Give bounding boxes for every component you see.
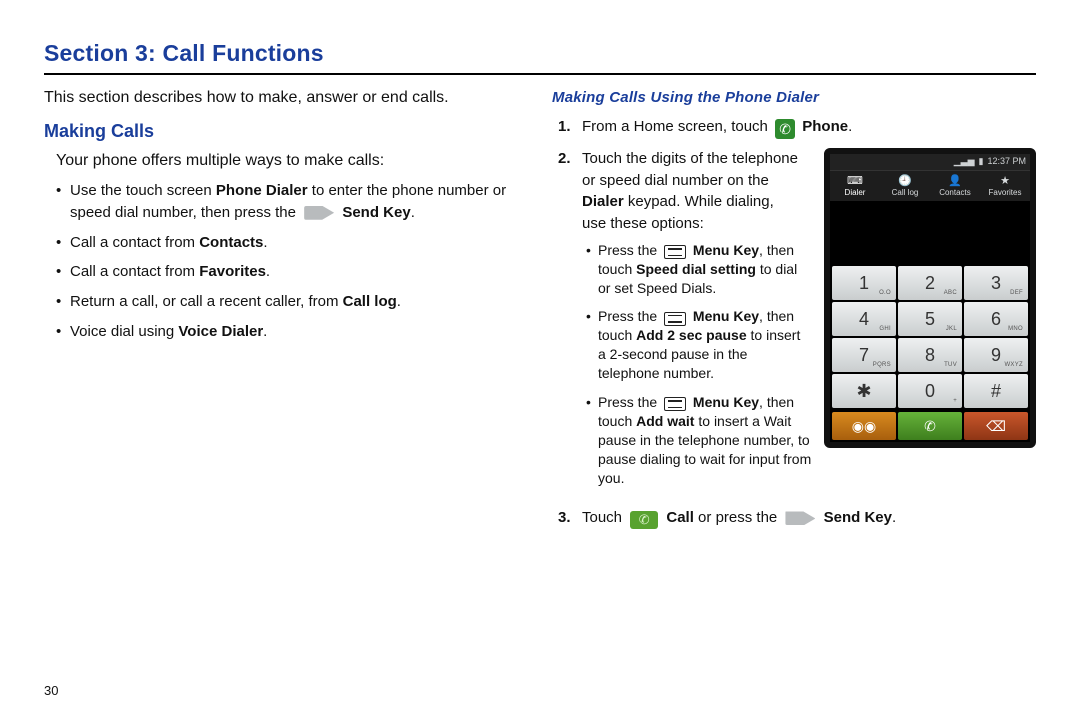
right-column: Making Calls Using the Phone Dialer From…	[552, 89, 1036, 539]
step-3: Touch Call or press the Send Key.	[582, 507, 1036, 529]
bullet-voice-dialer: Voice dial using Voice Dialer.	[70, 321, 528, 343]
status-time: 12:37 PM	[987, 155, 1026, 168]
battery-icon: ▮	[979, 155, 984, 168]
text-bold: Speed dial setting	[636, 261, 756, 277]
step-1: From a Home screen, touch Phone.	[582, 116, 1036, 138]
text: .	[266, 263, 270, 280]
making-calls-heading: Making Calls	[44, 121, 528, 142]
text: Press the	[598, 394, 661, 410]
menu-key-icon	[664, 397, 686, 411]
key-6[interactable]: 6MNO	[964, 302, 1028, 336]
send-key-icon	[785, 511, 815, 525]
call-icon	[630, 511, 658, 529]
text-bold: Dialer	[582, 193, 624, 210]
keypad: 1O.O 2ABC 3DEF 4GHI 5JKL 6MNO 7PQRS 8TUV…	[830, 264, 1030, 410]
text-bold: Phone Dialer	[216, 182, 308, 199]
bullet-favorites: Call a contact from Favorites.	[70, 261, 528, 283]
phone-dialer-heading: Making Calls Using the Phone Dialer	[552, 89, 1036, 106]
text: .	[263, 323, 267, 340]
menu-key-icon	[664, 245, 686, 259]
key-5[interactable]: 5JKL	[898, 302, 962, 336]
sub-add-wait: Press the Menu Key, then touch Add wait …	[598, 393, 1036, 487]
text-bold: Call log	[343, 293, 397, 310]
bullet-call-log: Return a call, or call a recent caller, …	[70, 291, 528, 313]
bullet-contacts: Call a contact from Contacts.	[70, 232, 528, 254]
section-rule	[44, 73, 1036, 75]
phone-icon	[775, 119, 795, 139]
text-bold: Voice Dialer	[178, 323, 263, 340]
text: .	[848, 118, 852, 135]
signal-icon: ▁▃▅	[954, 155, 975, 168]
tab-dialer[interactable]: ⌨Dialer	[830, 171, 880, 202]
text-bold: Send Key	[342, 204, 410, 221]
text-bold: Send Key	[824, 509, 892, 526]
send-key-icon	[304, 206, 334, 220]
tab-call-log[interactable]: 🕘Call log	[880, 171, 930, 202]
text: Return a call, or call a recent caller, …	[70, 293, 343, 310]
clock-icon: 🕘	[880, 175, 930, 187]
person-icon: 👤	[930, 175, 980, 187]
key-1[interactable]: 1O.O	[832, 266, 896, 300]
key-8[interactable]: 8TUV	[898, 338, 962, 372]
text-bold: Add wait	[636, 413, 694, 429]
key-3[interactable]: 3DEF	[964, 266, 1028, 300]
tab-label: Call log	[892, 188, 919, 197]
tab-label: Favorites	[989, 188, 1022, 197]
text-bold: Menu Key	[693, 242, 759, 258]
key-4[interactable]: 4GHI	[832, 302, 896, 336]
intro-text: This section describes how to make, answ…	[44, 89, 528, 107]
text: .	[263, 234, 267, 251]
text-bold: Call	[666, 509, 694, 526]
page-number: 30	[44, 683, 58, 698]
text: From a Home screen, touch	[582, 118, 772, 135]
key-9[interactable]: 9WXYZ	[964, 338, 1028, 372]
menu-key-icon	[664, 312, 686, 326]
text: Press the	[598, 242, 661, 258]
step-2: ▁▃▅ ▮ 12:37 PM ⌨Dialer 🕘Call log 👤Contac…	[582, 148, 1036, 498]
status-bar: ▁▃▅ ▮ 12:37 PM	[830, 154, 1030, 170]
key-2[interactable]: 2ABC	[898, 266, 962, 300]
left-column: This section describes how to make, answ…	[44, 89, 528, 539]
star-icon: ★	[980, 175, 1030, 187]
text: .	[411, 204, 415, 221]
tab-label: Dialer	[845, 188, 866, 197]
text: or press the	[694, 509, 782, 526]
text: .	[397, 293, 401, 310]
text-bold: Add 2 sec pause	[636, 327, 747, 343]
text-bold: Contacts	[199, 234, 263, 251]
number-display	[830, 202, 1030, 264]
key-7[interactable]: 7PQRS	[832, 338, 896, 372]
text: Voice dial using	[70, 323, 178, 340]
sub-2sec-pause: Press the Menu Key, then touch Add 2 sec…	[598, 307, 802, 383]
keypad-icon: ⌨	[830, 175, 880, 187]
making-calls-lead: Your phone offers multiple ways to make …	[56, 152, 528, 170]
text: Call a contact from	[70, 263, 199, 280]
text-bold: Menu Key	[693, 394, 759, 410]
section-title: Section 3: Call Functions	[44, 40, 1036, 67]
dialer-tabs: ⌨Dialer 🕘Call log 👤Contacts ★Favorites	[830, 170, 1030, 203]
text-bold: Menu Key	[693, 308, 759, 324]
text: Touch	[582, 509, 626, 526]
text: .	[892, 509, 896, 526]
text: Use the touch screen	[70, 182, 216, 199]
sub-speed-dial: Press the Menu Key, then touch Speed dia…	[598, 241, 802, 298]
text-bold: Favorites	[199, 263, 266, 280]
tab-favorites[interactable]: ★Favorites	[980, 171, 1030, 202]
text: Touch the digits of the telephone or spe…	[582, 150, 798, 189]
text-bold: Phone	[802, 118, 848, 135]
tab-contacts[interactable]: 👤Contacts	[930, 171, 980, 202]
tab-label: Contacts	[939, 188, 971, 197]
text: Press the	[598, 308, 661, 324]
bullet-phone-dialer: Use the touch screen Phone Dialer to ent…	[70, 180, 528, 224]
text: Call a contact from	[70, 234, 199, 251]
